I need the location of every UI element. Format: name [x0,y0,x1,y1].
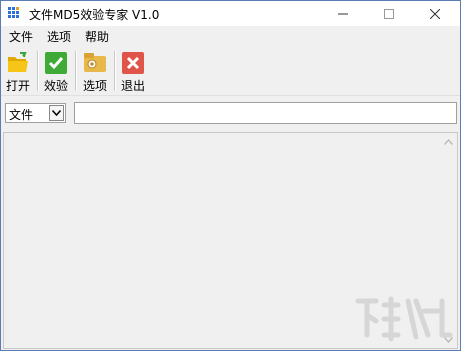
menu-options[interactable]: 选项 [45,28,73,45]
minimize-button[interactable] [320,1,366,26]
verify-button[interactable]: 效验 [41,48,71,93]
watermark-logo [355,296,453,342]
menu-bar: 文件 选项 帮助 [1,26,460,45]
app-window: 文件MD5效验专家 V1.0 文件 选项 帮助 打开 效验 选项 退出 文件 [0,0,461,351]
maximize-button[interactable] [366,1,412,26]
title-bar[interactable]: 文件MD5效验专家 V1.0 [1,1,460,26]
scroll-up-icon[interactable] [440,133,457,150]
exit-x-icon [122,52,144,74]
path-input[interactable] [74,102,457,124]
verify-label: 效验 [43,79,68,93]
close-icon [430,8,440,19]
close-button[interactable] [412,1,458,26]
checkmark-icon [45,52,67,74]
open-button[interactable]: 打开 [3,48,33,93]
folder-open-icon [8,52,28,72]
open-label: 打开 [5,79,30,93]
app-grid-icon [8,7,20,19]
maximize-icon [384,8,394,19]
source-select[interactable]: 文件 [5,103,66,123]
toolbar-separator [75,51,77,91]
minimize-icon [338,13,348,14]
toolbar-separator [114,51,116,91]
menu-file[interactable]: 文件 [7,28,35,45]
exit-button[interactable]: 退出 [118,48,148,93]
path-row: 文件 [1,97,460,131]
toolbar: 打开 效验 选项 退出 [1,45,460,95]
menu-help[interactable]: 帮助 [83,28,111,45]
toolbar-divider [1,95,460,96]
source-select-value: 文件 [9,108,34,122]
chevron-down-icon[interactable] [49,105,64,121]
options-button[interactable]: 选项 [80,48,110,93]
exit-label: 退出 [120,79,145,93]
toolbar-separator [37,51,39,91]
options-box-icon [84,53,106,72]
window-title: 文件MD5效验专家 V1.0 [29,8,160,22]
options-label: 选项 [82,79,107,93]
